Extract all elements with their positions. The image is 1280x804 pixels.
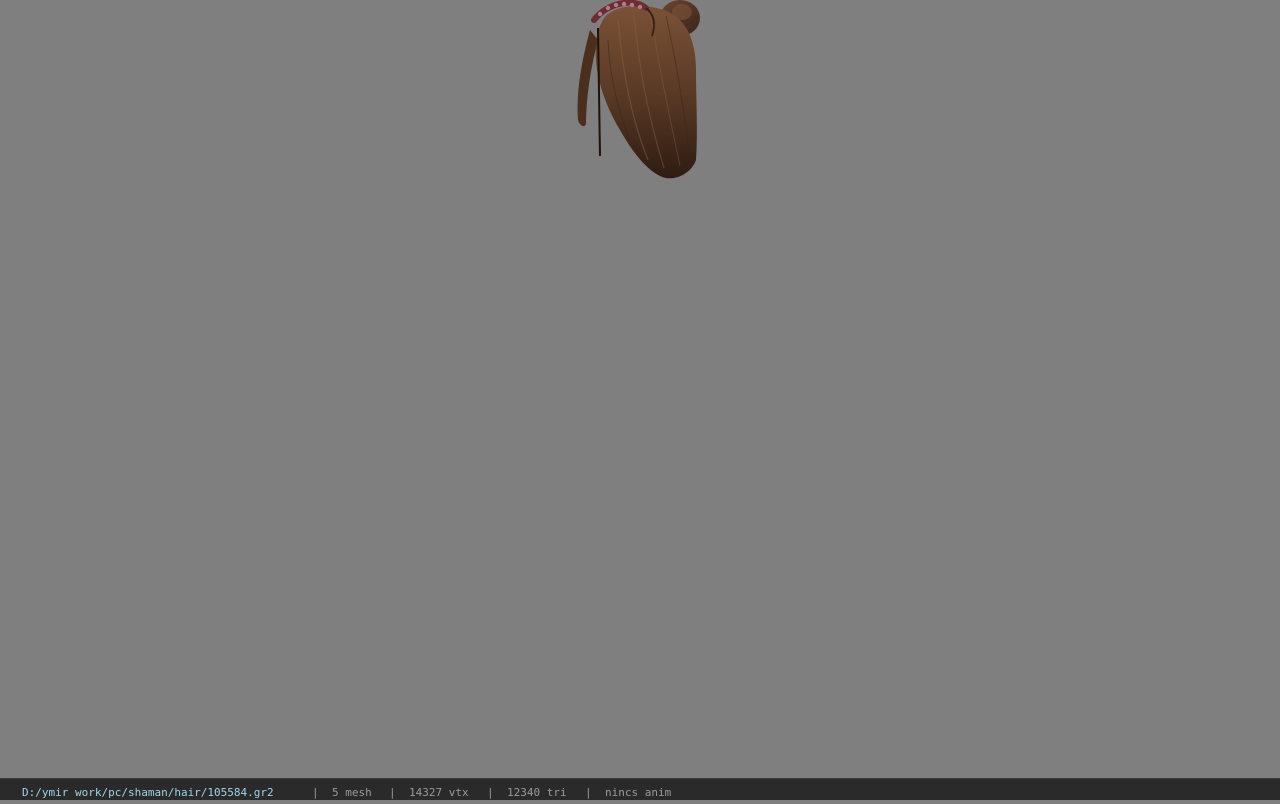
status-separator: | <box>585 786 592 799</box>
animation-status: nincs anim <box>605 786 672 799</box>
status-separator: | <box>389 786 396 799</box>
status-separator: | <box>487 786 494 799</box>
3d-viewport[interactable] <box>0 0 1280 778</box>
hair-model-icon <box>577 0 700 179</box>
mesh-count: 5 mesh <box>332 786 372 799</box>
triangle-count: 12340 tri <box>507 786 567 799</box>
status-bar: D:/ymir work/pc/shaman/hair/105584.gr2 |… <box>0 778 1280 800</box>
status-separator: | <box>312 786 319 799</box>
vertex-count: 14327 vtx <box>409 786 469 799</box>
model-path: D:/ymir work/pc/shaman/hair/105584.gr2 <box>22 786 274 799</box>
